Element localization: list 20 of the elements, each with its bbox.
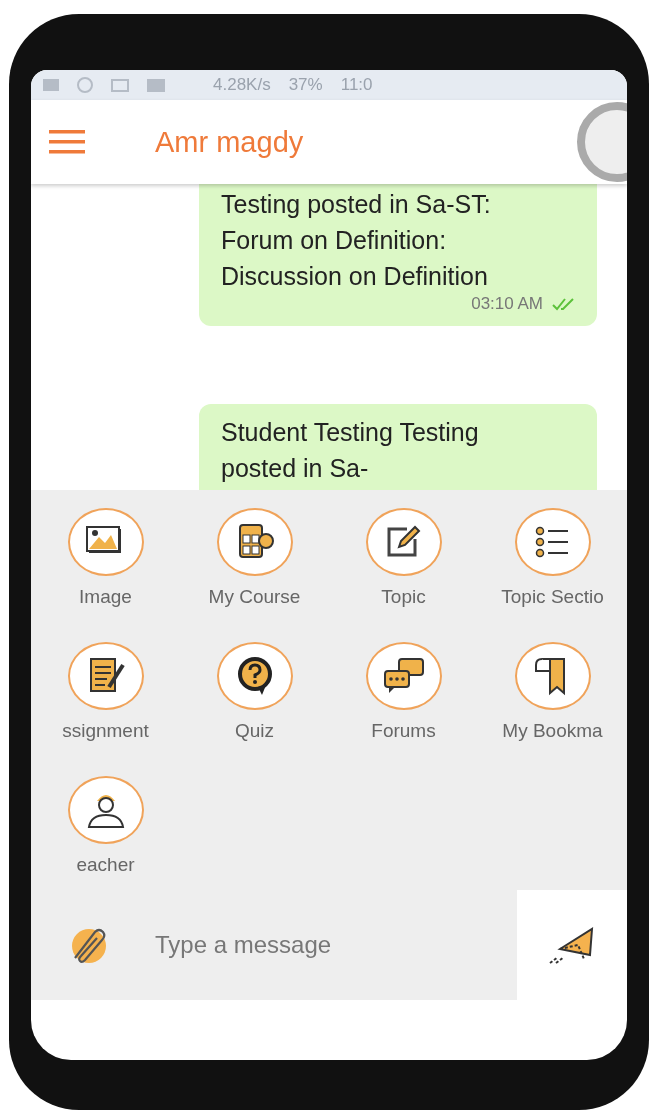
message-time: 03:10 AM <box>471 294 543 314</box>
send-icon[interactable] <box>548 925 596 965</box>
option-label: ssignment <box>62 720 149 742</box>
message-input[interactable]: Type a message <box>153 919 517 971</box>
option-label: My Bookma <box>502 720 603 742</box>
option-label: eacher <box>76 854 135 876</box>
menu-icon[interactable] <box>49 129 85 155</box>
clock: 11:0 <box>340 75 373 95</box>
chat-title: Amr magdy <box>155 125 305 159</box>
circle-icon <box>77 77 93 93</box>
battery-level: 37% <box>288 75 323 95</box>
option-label: Topic <box>381 586 426 608</box>
message-text: Student Testing Testing posted in Sa- <box>221 417 480 484</box>
option-label: My Course <box>208 586 301 608</box>
option-label: Topic Sectio <box>501 586 604 608</box>
option-label: Quiz <box>234 720 275 742</box>
option-label: Image <box>79 586 132 608</box>
option-label: Forums <box>371 720 436 742</box>
network-speed: 4.28K/s <box>213 75 271 95</box>
message-text: Testing posted in Sa-ST: Forum on Definition: Discussion on Definition <box>221 189 492 292</box>
